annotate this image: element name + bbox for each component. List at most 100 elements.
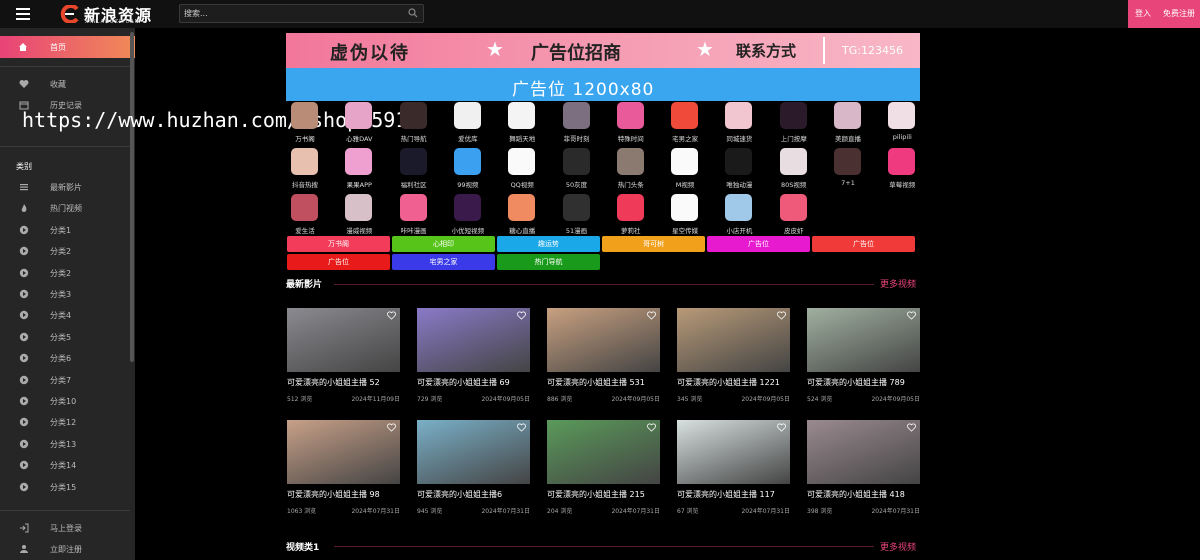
app-icon-link[interactable]: M视频 xyxy=(660,148,710,194)
more-videos-link[interactable]: 更多视频 xyxy=(880,277,916,290)
app-icon-link[interactable]: 小优短视频 xyxy=(443,194,493,240)
app-icon-link[interactable]: 福利社区 xyxy=(389,148,439,194)
heart-icon[interactable] xyxy=(777,423,786,432)
video-title[interactable]: 可爱漂亮的小姐姐主播 531 xyxy=(547,377,645,388)
sidebar-scrollbar[interactable] xyxy=(130,32,134,362)
app-icon-link[interactable]: 唯独动漫 xyxy=(714,148,764,194)
app-icon-link[interactable]: 抖音热搜 xyxy=(280,148,330,194)
app-icon-link[interactable]: 萝莉社 xyxy=(606,194,656,240)
heart-icon[interactable] xyxy=(517,423,526,432)
video-card[interactable]: 可爱漂亮的小姐姐主播 418 398 浏览 2024年07月31日 xyxy=(807,420,920,520)
tag-button[interactable]: 心相印 xyxy=(392,236,495,252)
heart-icon[interactable] xyxy=(647,423,656,432)
video-thumbnail[interactable] xyxy=(807,420,920,484)
video-card[interactable]: 可爱漂亮的小姐姐主播 52 512 浏览 2024年11月09日 xyxy=(287,308,400,408)
app-icon-link[interactable]: 80S视频 xyxy=(769,148,819,194)
heart-icon[interactable] xyxy=(387,423,396,432)
tag-button[interactable]: 宅男之家 xyxy=(392,254,495,270)
app-icon-link[interactable]: 爱生活 xyxy=(280,194,330,240)
sidebar-item-category[interactable]: 分类2 xyxy=(0,264,130,282)
app-icon-link[interactable]: 宅男之家 xyxy=(660,102,710,148)
sidebar-item-category[interactable]: 分类10 xyxy=(0,392,130,410)
video-card[interactable]: 可爱漂亮的小姐姐主播 789 524 浏览 2024年09月05日 xyxy=(807,308,920,408)
app-icon-link[interactable]: 舞蹈天地 xyxy=(497,102,547,148)
sidebar-item-login[interactable]: 马上登录 xyxy=(0,519,130,537)
video-thumbnail[interactable] xyxy=(547,308,660,372)
app-icon-link[interactable]: 漫威视频 xyxy=(334,194,384,240)
video-thumbnail[interactable] xyxy=(677,308,790,372)
app-icon-link[interactable]: 上门按摩 xyxy=(769,102,819,148)
sidebar-item-category[interactable]: 最新影片 xyxy=(0,178,130,196)
search-input[interactable] xyxy=(184,7,404,20)
sidebar-item-category[interactable]: 分类7 xyxy=(0,371,130,389)
video-thumbnail[interactable] xyxy=(807,308,920,372)
app-icon-link[interactable]: 51漫画 xyxy=(552,194,602,240)
app-icon-link[interactable]: 草莓视频 xyxy=(877,148,927,194)
sidebar-item-register[interactable]: 立即注册 xyxy=(0,540,130,558)
app-icon-link[interactable]: 果果APP xyxy=(334,148,384,194)
app-icon-link[interactable]: 50灰度 xyxy=(552,148,602,194)
app-icon-link[interactable]: 皮皮虾 xyxy=(769,194,819,240)
heart-icon[interactable] xyxy=(517,311,526,320)
login-button[interactable]: 登入 xyxy=(1128,0,1158,28)
app-icon-link[interactable]: 美颜直播 xyxy=(823,102,873,148)
video-title[interactable]: 可爱漂亮的小姐姐主播 789 xyxy=(807,377,905,388)
heart-icon[interactable] xyxy=(907,423,916,432)
app-icon-link[interactable]: 特殊时间 xyxy=(606,102,656,148)
heart-icon[interactable] xyxy=(387,311,396,320)
app-icon-link[interactable]: 糖心直播 xyxy=(497,194,547,240)
app-icon-link[interactable]: 热门头条 xyxy=(606,148,656,194)
sidebar-item-category[interactable]: 分类4 xyxy=(0,306,130,324)
tag-button[interactable]: 哥可树 xyxy=(602,236,705,252)
video-title[interactable]: 可爱漂亮的小姐姐主播 52 xyxy=(287,377,380,388)
video-title[interactable]: 可爱漂亮的小姐姐主播 215 xyxy=(547,489,645,500)
video-card[interactable]: 可爱漂亮的小姐姐主播6 945 浏览 2024年07月31日 xyxy=(417,420,530,520)
video-card[interactable]: 可爱漂亮的小姐姐主播 69 729 浏览 2024年09月05日 xyxy=(417,308,530,408)
video-card[interactable]: 可爱漂亮的小姐姐主播 1221 345 浏览 2024年09月05日 xyxy=(677,308,790,408)
register-button[interactable]: 免费注册 xyxy=(1158,0,1200,28)
more-videos-link[interactable]: 更多视频 xyxy=(880,540,916,553)
sidebar-item-category[interactable]: 分类13 xyxy=(0,435,130,453)
app-icon-link[interactable]: 小店开机 xyxy=(714,194,764,240)
tag-button[interactable]: 万书阁 xyxy=(287,236,390,252)
video-thumbnail[interactable] xyxy=(287,420,400,484)
video-card[interactable]: 可爱漂亮的小姐姐主播 98 1063 浏览 2024年07月31日 xyxy=(287,420,400,520)
app-icon-link[interactable]: pilipili xyxy=(877,102,927,148)
video-title[interactable]: 可爱漂亮的小姐姐主播 98 xyxy=(287,489,380,500)
video-thumbnail[interactable] xyxy=(287,308,400,372)
tag-button[interactable]: 广告位 xyxy=(287,254,390,270)
video-card[interactable]: 可爱漂亮的小姐姐主播 531 886 浏览 2024年09月05日 xyxy=(547,308,660,408)
app-icon-link[interactable]: 心雅DAV xyxy=(334,102,384,148)
video-thumbnail[interactable] xyxy=(417,308,530,372)
sidebar-item-category[interactable]: 分类2 xyxy=(0,242,130,260)
sidebar-item-category[interactable]: 分类5 xyxy=(0,328,130,346)
app-icon-link[interactable]: 同城速货 xyxy=(714,102,764,148)
video-title[interactable]: 可爱漂亮的小姐姐主播 1221 xyxy=(677,377,780,388)
search-icon[interactable] xyxy=(408,8,418,18)
app-icon-link[interactable]: QQ视频 xyxy=(497,148,547,194)
video-title[interactable]: 可爱漂亮的小姐姐主播 418 xyxy=(807,489,905,500)
app-icon-link[interactable]: 99视频 xyxy=(443,148,493,194)
tag-button[interactable]: 广告位 xyxy=(707,236,810,252)
sidebar-item-category[interactable]: 分类14 xyxy=(0,456,130,474)
app-icon-link[interactable]: 万书阁 xyxy=(280,102,330,148)
video-title[interactable]: 可爱漂亮的小姐姐主播 69 xyxy=(417,377,510,388)
video-thumbnail[interactable] xyxy=(417,420,530,484)
app-icon-link[interactable]: 爱优库 xyxy=(443,102,493,148)
sidebar-item-favorites[interactable]: 收藏 xyxy=(0,75,130,93)
sidebar-item-category[interactable]: 分类6 xyxy=(0,349,130,367)
heart-icon[interactable] xyxy=(647,311,656,320)
app-icon-link[interactable]: 咔咔漫画 xyxy=(389,194,439,240)
sidebar-item-category[interactable]: 分类12 xyxy=(0,413,130,431)
video-title[interactable]: 可爱漂亮的小姐姐主播6 xyxy=(417,489,502,500)
tag-button[interactable]: 广告位 xyxy=(812,236,915,252)
video-card[interactable]: 可爱漂亮的小姐姐主播 215 204 浏览 2024年07月31日 xyxy=(547,420,660,520)
menu-icon[interactable] xyxy=(16,8,30,20)
heart-icon[interactable] xyxy=(777,311,786,320)
sidebar-item-category[interactable]: 分类3 xyxy=(0,285,130,303)
sidebar-item-home[interactable]: 首页 xyxy=(0,36,135,58)
video-thumbnail[interactable] xyxy=(677,420,790,484)
sidebar-item-category[interactable]: 分类15 xyxy=(0,478,130,496)
app-icon-link[interactable]: 菲哥时刻 xyxy=(552,102,602,148)
tag-button[interactable]: 趣运势 xyxy=(497,236,600,252)
